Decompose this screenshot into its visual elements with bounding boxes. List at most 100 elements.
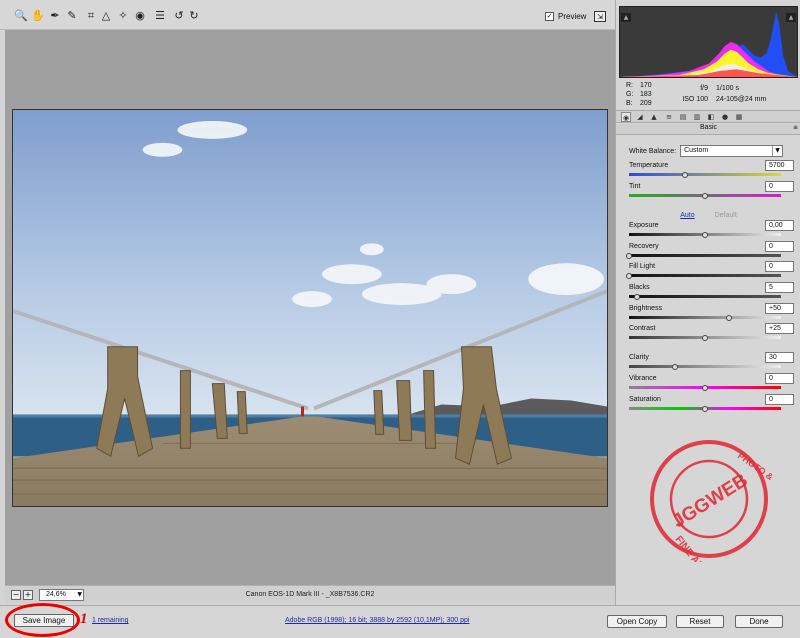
preview-checkbox[interactable]: ✓ — [545, 12, 554, 21]
workflow-options-link[interactable]: Adobe RGB (1998); 16 bit; 3888 by 2592 (… — [285, 617, 469, 624]
fill-light-track[interactable] — [629, 274, 781, 277]
fill-light-slider: Fill Light 0 — [626, 261, 794, 283]
blacks-slider: Blacks 5 — [629, 282, 794, 304]
tint-slider: Tint 0 — [629, 181, 794, 203]
crop-tool-icon[interactable]: ⌗ — [84, 8, 98, 22]
tint-label: Tint — [629, 183, 641, 190]
r-label: R: — [626, 82, 633, 89]
recovery-slider: Recovery 0 — [626, 241, 794, 263]
brightness-slider: Brightness +50 — [629, 303, 794, 325]
recovery-value-input[interactable]: 0 — [765, 241, 794, 252]
clarity-value-input[interactable]: 30 — [765, 352, 794, 363]
open-copy-button[interactable]: Open Copy — [607, 615, 667, 628]
preferences-icon[interactable]: ☰ — [153, 8, 167, 22]
straighten-tool-icon[interactable]: △ — [99, 8, 113, 22]
vibrance-slider: Vibrance 0 — [629, 373, 794, 395]
fill-light-value-input[interactable]: 0 — [765, 261, 794, 272]
b-label: B: — [626, 100, 633, 107]
vibrance-value-input[interactable]: 0 — [765, 373, 794, 384]
tab-hsl-icon[interactable]: ≡ — [664, 112, 674, 122]
watermark-stamp: JGGWEB PHOTO & RETOUCH FINE ART — [650, 440, 772, 562]
histogram: ▲ ▲ — [619, 6, 798, 78]
reset-button[interactable]: Reset — [676, 615, 724, 628]
exif-info: f/9 1/100 s ISO 100 24-105@24 mm — [676, 83, 766, 105]
blacks-track[interactable] — [629, 295, 781, 298]
tab-lens-corrections-icon[interactable]: ▥ — [692, 112, 702, 122]
tab-presets-icon[interactable]: ● — [720, 112, 730, 122]
remaining-link[interactable]: 1 remaining — [92, 617, 129, 624]
tint-handle[interactable] — [702, 193, 708, 199]
white-balance-row: White Balance: Custom ▼ — [629, 145, 784, 157]
section-title: Basic ≡ — [616, 124, 800, 135]
panel-menu-icon[interactable]: ≡ — [793, 124, 798, 131]
blacks-value-input[interactable]: 5 — [765, 282, 794, 293]
highlight-clipping-icon[interactable]: ▲ — [786, 13, 796, 22]
aperture-value: f/9 — [700, 85, 708, 92]
tab-camera-calibration-icon[interactable]: ◧ — [706, 112, 716, 122]
exposure-value-input[interactable]: 0,00 — [765, 220, 794, 231]
g-label: G: — [626, 91, 634, 98]
contrast-handle[interactable] — [702, 335, 708, 341]
brightness-track[interactable] — [629, 316, 781, 319]
brightness-handle[interactable] — [726, 315, 733, 321]
blacks-label: Blacks — [629, 284, 650, 291]
tint-value-input[interactable]: 0 — [765, 181, 794, 192]
brightness-value-input[interactable]: +50 — [765, 303, 794, 314]
saturation-value-input[interactable]: 0 — [765, 394, 794, 405]
clarity-handle[interactable] — [671, 364, 678, 370]
auto-default-row: Auto Default — [616, 212, 800, 219]
contrast-value-input[interactable]: +25 — [765, 323, 794, 334]
bottom-bar: Save Image 1 remaining Adobe RGB (1998);… — [0, 605, 800, 638]
recovery-handle[interactable] — [626, 253, 632, 259]
lens-value: 24-105@24 mm — [716, 96, 767, 103]
shadow-clipping-icon[interactable]: ▲ — [621, 13, 631, 22]
section-title-label: Basic — [699, 124, 718, 131]
exposure-slider: Exposure 0,00 — [629, 220, 794, 242]
white-balance-value: Custom — [684, 147, 709, 154]
clarity-label: Clarity — [629, 354, 649, 361]
done-button[interactable]: Done — [735, 615, 783, 628]
exposure-handle[interactable] — [702, 232, 708, 238]
zoom-tool-icon[interactable]: 🔍 — [14, 8, 28, 22]
tab-detail-icon[interactable]: ▲ — [649, 112, 659, 122]
contrast-label: Contrast — [629, 325, 656, 332]
temperature-label: Temperature — [629, 162, 669, 169]
color-sampler-tool-icon[interactable]: ✎ — [65, 8, 79, 22]
saturation-label: Saturation — [629, 396, 661, 403]
rotate-left-icon[interactable]: ↺ — [172, 8, 186, 22]
fullscreen-toggle-icon[interactable]: ⇲ — [594, 11, 606, 22]
white-balance-label: White Balance: — [629, 147, 677, 155]
white-balance-select[interactable]: Custom ▼ — [680, 145, 784, 157]
rotate-right-icon[interactable]: ↻ — [187, 8, 201, 22]
auto-link[interactable]: Auto — [680, 212, 694, 219]
temperature-handle[interactable] — [682, 172, 689, 178]
temperature-track[interactable] — [629, 173, 781, 176]
hand-tool-icon[interactable]: ✋ — [31, 8, 45, 22]
recovery-track[interactable] — [629, 254, 781, 257]
panel-tabs: ◉ ◢ ▲ ≡ ▤ ▥ ◧ ● ▦ — [616, 110, 800, 123]
fill-light-handle[interactable] — [626, 273, 632, 279]
default-link[interactable]: Default — [715, 212, 737, 219]
preview-toggle[interactable]: ✓ Preview — [545, 12, 586, 21]
fill-light-label: Fill Light — [629, 263, 656, 270]
tab-split-toning-icon[interactable]: ▤ — [678, 112, 688, 122]
iso-value: ISO 100 — [682, 96, 708, 103]
red-eye-tool-icon[interactable]: ◉ — [133, 8, 147, 22]
white-balance-tool-icon[interactable]: ✒ — [48, 8, 62, 22]
chevron-down-icon: ▼ — [772, 146, 782, 156]
vibrance-label: Vibrance — [629, 375, 657, 382]
vibrance-handle[interactable] — [702, 385, 708, 391]
blacks-handle[interactable] — [633, 294, 640, 300]
saturation-handle[interactable] — [702, 406, 708, 412]
preview-canvas — [5, 30, 615, 585]
contrast-slider: Contrast +25 — [629, 323, 794, 345]
clarity-track[interactable] — [629, 365, 781, 368]
b-value: 209 — [640, 100, 652, 107]
retouch-tool-icon[interactable]: ✧ — [116, 8, 130, 22]
file-info: Canon EOS-1D Mark III - _X8B7536.CR2 — [245, 591, 375, 598]
tab-tone-curve-icon[interactable]: ◢ — [635, 112, 645, 122]
tab-basic-icon[interactable]: ◉ — [621, 112, 631, 122]
tab-snapshots-icon[interactable]: ▦ — [734, 112, 744, 122]
temperature-value-input[interactable]: 5700 — [765, 160, 794, 171]
r-value: 170 — [640, 82, 652, 89]
